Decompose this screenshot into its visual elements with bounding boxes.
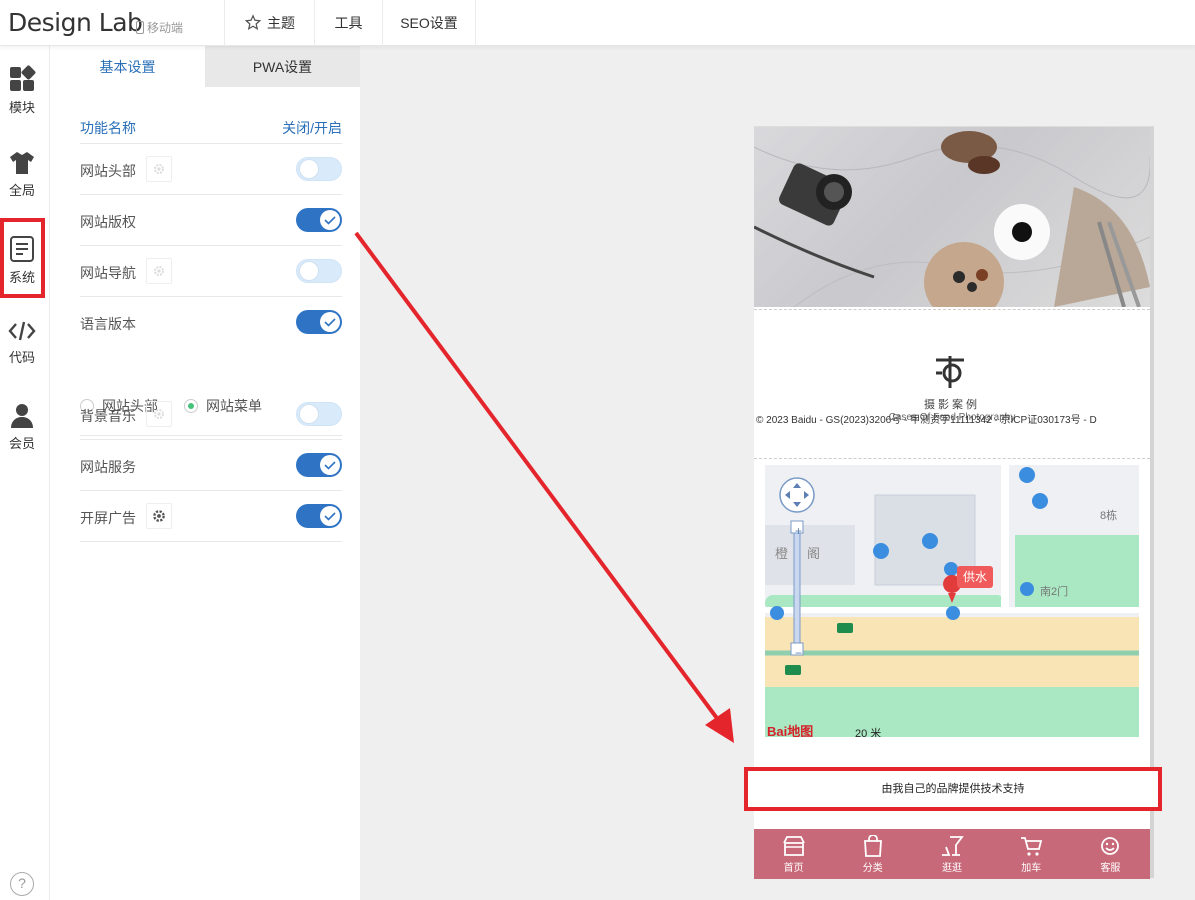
shirt-icon: [10, 151, 34, 174]
gear-icon: [154, 409, 164, 419]
setting-row: 开屏广告: [80, 491, 342, 542]
map-canvas: [765, 465, 1139, 737]
toggle-switch[interactable]: [296, 402, 342, 426]
map-label-pavilion: 阁: [807, 546, 821, 561]
tab-basic-settings[interactable]: 基本设置: [50, 46, 205, 87]
map-marker-label[interactable]: 供水: [957, 566, 994, 588]
active-item-highlight: [0, 218, 45, 298]
toggle-knob: [299, 261, 319, 281]
bottom-nav-browse[interactable]: 逛逛: [912, 829, 991, 879]
help-icon[interactable]: ?: [10, 872, 34, 896]
zoom-out-button[interactable]: −: [795, 647, 802, 659]
toggle-switch[interactable]: [296, 157, 342, 181]
setting-label: 语言版本: [80, 316, 136, 332]
top-nav: 主题 工具 SEO设置: [224, 0, 476, 46]
app-logo[interactable]: Design Lab: [8, 8, 143, 37]
tech-support-footer: 由我自己的品牌提供技术支持: [744, 767, 1162, 811]
zoom-in-button[interactable]: +: [795, 525, 802, 537]
setting-row: 语言版本: [80, 297, 342, 348]
settings-button[interactable]: [146, 258, 172, 284]
setting-row: 网站服务: [80, 440, 342, 491]
code-icon: [8, 321, 36, 340]
map-scale: 20 米: [855, 728, 882, 737]
map-attribution: © 2023 Baidu - GS(2023)3206号 - 甲测资字11111…: [756, 415, 1097, 426]
store-icon: [782, 835, 805, 856]
toggle-knob: [320, 210, 340, 230]
toggle-switch[interactable]: [296, 259, 342, 283]
toggle-knob: [299, 159, 319, 179]
check-icon: [324, 216, 336, 225]
settings-button[interactable]: [146, 156, 172, 182]
toggle-knob: [320, 455, 340, 475]
brand-section: 摄影案例 Cases Of Food Photography: [754, 309, 1150, 459]
setting-row: 网站版权: [80, 195, 342, 246]
map-widget[interactable]: 8栋 橙 阁 南2门 厦 供水 Bai地图 20 米 + −: [765, 465, 1139, 737]
cart-icon: [1021, 836, 1043, 856]
setting-row: 网站头部: [80, 144, 342, 195]
column-feature-name: 功能名称: [80, 120, 136, 136]
tab-pwa-settings[interactable]: PWA设置: [205, 46, 360, 87]
support-icon: [1101, 836, 1120, 855]
bottom-nav-cart[interactable]: 加车: [992, 829, 1071, 879]
annotation-arrow: [354, 231, 734, 743]
bottom-nav-service[interactable]: 客服: [1071, 829, 1150, 879]
member-icon: [11, 403, 33, 428]
setting-label: 开屏广告: [80, 510, 136, 526]
check-icon: [324, 318, 336, 327]
setting-label: 网站服务: [80, 459, 136, 475]
settings-tabs: 基本设置 PWA设置: [50, 46, 360, 87]
setting-label: 网站导航: [80, 265, 136, 281]
toggle-switch[interactable]: [296, 453, 342, 477]
toggle-switch[interactable]: [296, 504, 342, 528]
map-label-gate: 南2门: [1040, 586, 1069, 598]
gear-icon: [153, 510, 165, 522]
mobile-view-link[interactable]: 移动端: [136, 19, 183, 36]
baidu-map-logo: Bai地图: [767, 724, 814, 737]
nav-seo[interactable]: SEO设置: [382, 0, 476, 46]
check-icon: [324, 512, 336, 521]
setting-row: 网站导航: [80, 246, 342, 297]
sidebar-item-global[interactable]: 全局: [0, 134, 44, 214]
toggle-knob: [320, 506, 340, 526]
check-icon: [324, 461, 336, 470]
bag-icon: [863, 834, 882, 857]
setting-row: 背景音乐: [80, 389, 342, 440]
theme-icon: [244, 14, 262, 31]
mobile-preview: 摄影案例 Cases Of Food Photography 8栋 橙 阁 南2…: [744, 126, 1162, 879]
phone-icon: [136, 21, 144, 34]
toggle-switch[interactable]: [296, 310, 342, 334]
toggle-switch[interactable]: [296, 208, 342, 232]
brand-logo: [936, 356, 964, 388]
food-photo-image: [754, 131, 1150, 307]
hero-image[interactable]: [754, 127, 1150, 307]
brand-name-cn: 摄影案例: [924, 399, 980, 411]
icon-sidebar: 模块 全局 系统 代码 会员 ?: [0, 46, 50, 900]
nav-theme[interactable]: 主题: [224, 0, 314, 46]
sidebar-item-modules[interactable]: 模块: [0, 50, 44, 130]
map-label-building: 8栋: [1100, 510, 1118, 522]
toggle-knob: [320, 312, 340, 332]
settings-button[interactable]: [146, 503, 172, 529]
bottom-nav-category[interactable]: 分类: [833, 829, 912, 879]
setting-label: 网站头部: [80, 163, 136, 179]
sidebar-item-code[interactable]: 代码: [0, 302, 44, 382]
mobile-bottom-nav: 首页 分类 逛逛 加车 客服: [754, 829, 1150, 879]
settings-panel: 基本设置 PWA设置 功能名称 关闭/开启 网站头部 网站版权 网站导航 语言版…: [50, 46, 360, 900]
settings-button[interactable]: [146, 401, 172, 427]
column-toggle: 关闭/开启: [282, 120, 342, 136]
mobile-view-label: 移动端: [147, 21, 184, 35]
setting-label: 网站版权: [80, 214, 136, 230]
sidebar-item-member[interactable]: 会员: [0, 386, 44, 466]
modules-icon: [10, 65, 36, 91]
bottom-nav-home[interactable]: 首页: [754, 829, 833, 879]
list-header: 功能名称 关闭/开启: [80, 118, 342, 144]
top-bar: Design Lab 移动端 主题 工具 SEO设置: [0, 0, 1195, 46]
cocktail-icon: [942, 835, 964, 856]
setting-label: 背景音乐: [80, 408, 136, 424]
map-label-orange: 橙: [775, 546, 789, 561]
nav-tools[interactable]: 工具: [314, 0, 382, 46]
gear-icon: [154, 164, 164, 174]
toggle-knob: [299, 404, 319, 424]
gear-icon: [154, 266, 164, 276]
